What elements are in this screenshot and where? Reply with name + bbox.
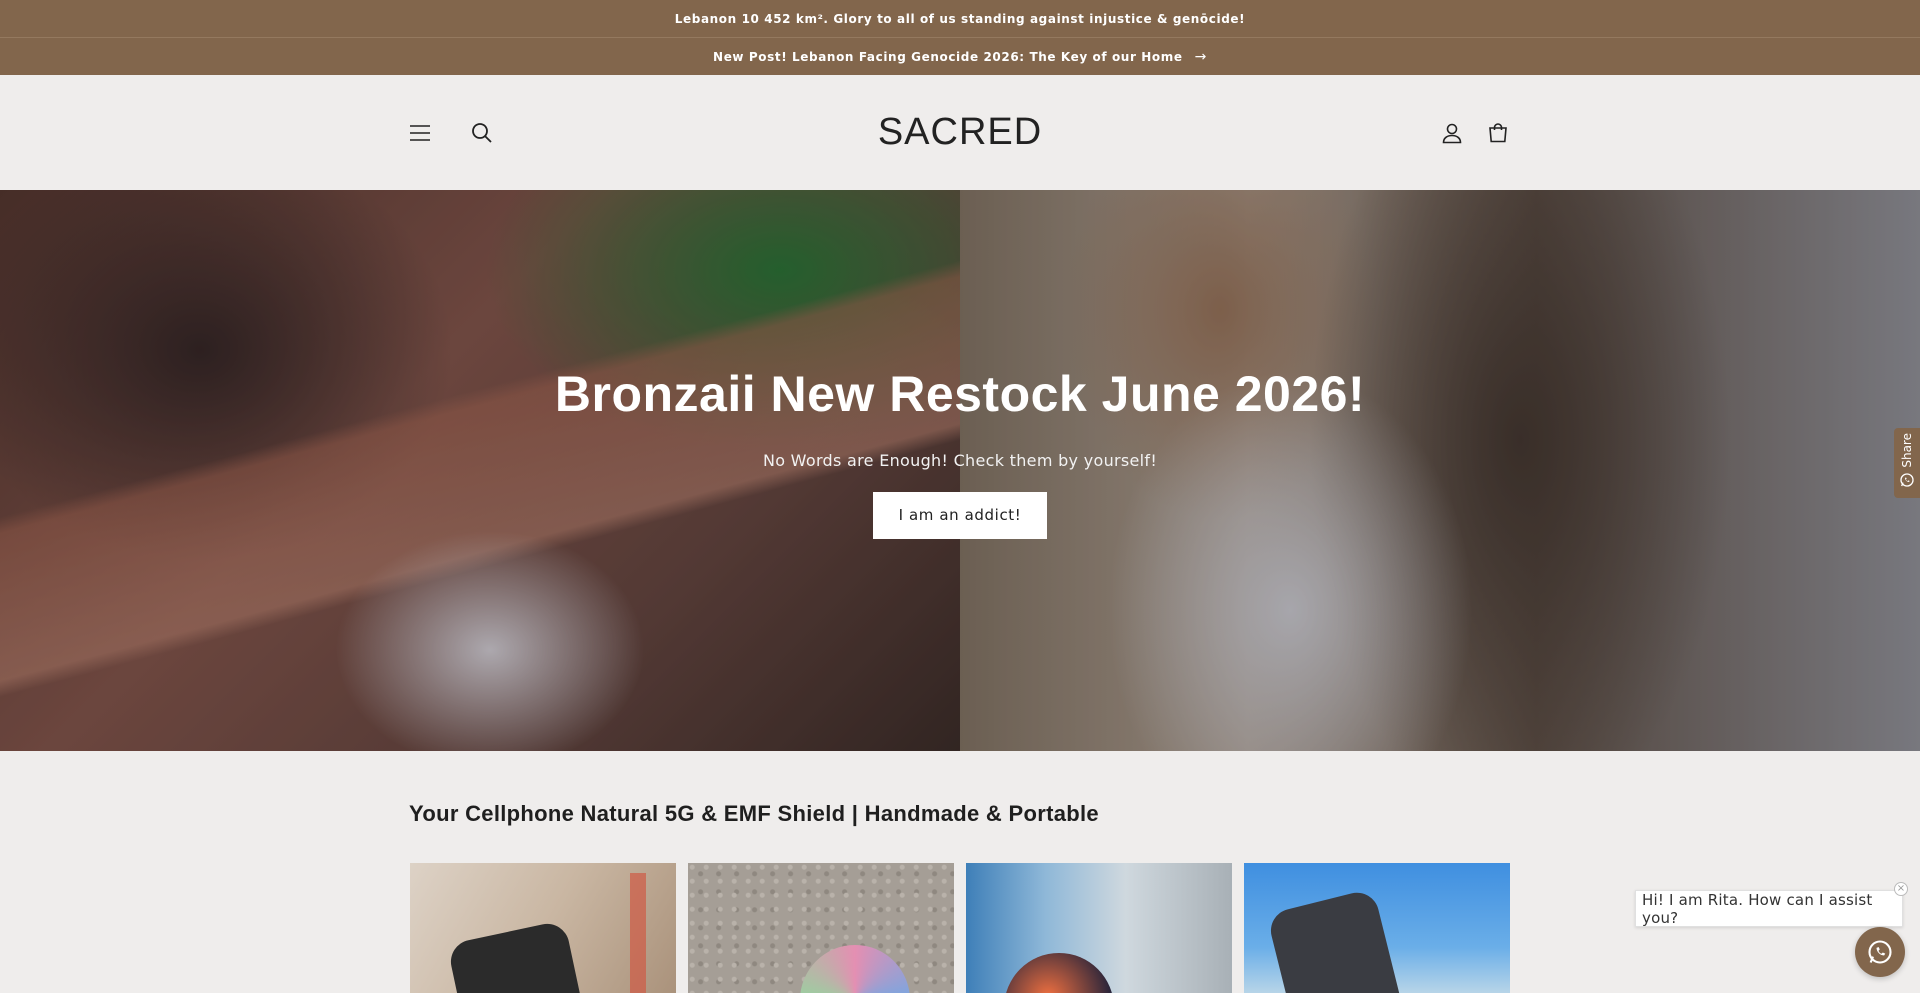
cart-icon[interactable] [1486,121,1510,145]
search-icon[interactable] [470,121,494,145]
whatsapp-chat-button[interactable] [1855,927,1905,977]
whatsapp-icon[interactable] [1899,472,1915,492]
arrow-right-icon[interactable]: → [1195,49,1207,65]
product-card-3[interactable] [966,863,1232,993]
product-card-2[interactable] [688,863,954,993]
announcement-line-2[interactable]: New Post! Lebanon Facing Genocide 2026: … [0,37,1920,75]
site-header: SACRED [0,75,1920,190]
product-grid [410,863,1510,993]
featured-collection: Your Cellphone Natural 5G & EMF Shield |… [0,751,1920,993]
collection-title: Your Cellphone Natural 5G & EMF Shield |… [409,801,1099,826]
share-tab[interactable]: Share [1894,428,1920,498]
chat-close-icon[interactable]: × [1894,882,1908,896]
hero-cta-button[interactable]: I am an addict! [873,491,1047,539]
announcement-line-1: Lebanon 10 452 km². Glory to all of us s… [0,0,1920,37]
site-logo-wrap: SACRED [0,75,1920,190]
site-logo[interactable]: SACRED [878,111,1042,154]
hero-content: Bronzaii New Restock June 2026! No Words… [0,190,1920,751]
header-left [408,75,494,190]
chat-greeting[interactable]: Hi! I am Rita. How can I assist you? [1635,890,1903,927]
chat-message[interactable]: Hi! I am Rita. How can I assist you? [1642,891,1902,927]
product-card-4[interactable] [1244,863,1510,993]
hero-banner: Bronzaii New Restock June 2026! No Words… [0,190,1920,751]
hero-title: Bronzaii New Restock June 2026! [554,365,1366,422]
announcement-bar: Lebanon 10 452 km². Glory to all of us s… [0,0,1920,75]
product-card-1[interactable] [410,863,676,993]
announcement-text-1: Lebanon 10 452 km². Glory to all of us s… [674,11,1246,26]
menu-icon[interactable] [408,121,432,145]
header-right [1440,75,1510,190]
hero-subtitle: No Words are Enough! Check them by yours… [762,450,1158,470]
share-label[interactable]: Share [1900,433,1914,468]
account-icon[interactable] [1440,121,1464,145]
announcement-text-2[interactable]: New Post! Lebanon Facing Genocide 2026: … [713,50,1183,64]
whatsapp-icon [1868,940,1892,964]
